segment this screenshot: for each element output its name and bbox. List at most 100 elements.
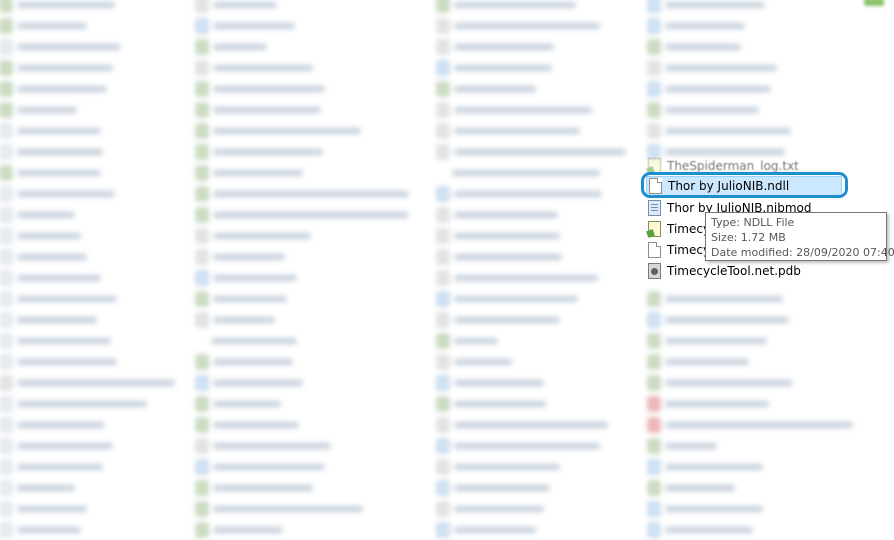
list-item[interactable] [0,456,175,477]
list-item[interactable] [0,99,175,120]
list-item[interactable] [0,120,175,141]
list-item[interactable] [437,57,626,78]
list-item[interactable] [0,498,175,519]
list-item[interactable] [0,0,175,15]
list-item[interactable] [0,309,175,330]
list-item[interactable] [0,477,175,498]
list-item-timecycle-2[interactable]: Timecy [648,240,710,260]
list-item[interactable] [0,435,175,456]
list-item[interactable] [437,435,626,456]
list-item[interactable] [437,36,626,57]
list-item[interactable] [0,36,175,57]
list-item[interactable] [648,309,853,330]
list-item[interactable] [0,162,175,183]
list-item[interactable] [0,78,175,99]
list-item[interactable] [437,519,626,540]
list-item[interactable] [196,78,409,99]
list-item[interactable] [437,351,626,372]
list-item[interactable] [0,393,175,414]
list-item[interactable] [196,351,409,372]
list-item[interactable] [196,309,409,330]
list-item[interactable] [437,372,626,393]
list-item[interactable] [196,330,409,351]
list-item[interactable] [648,435,853,456]
list-item[interactable] [648,120,853,141]
list-item[interactable] [437,456,626,477]
list-item[interactable] [437,393,626,414]
list-item[interactable] [437,309,626,330]
list-item[interactable] [196,57,409,78]
list-item[interactable] [196,15,409,36]
list-item[interactable] [196,99,409,120]
list-item[interactable] [648,78,853,99]
list-item[interactable] [0,267,175,288]
list-item[interactable] [648,393,853,414]
list-item[interactable] [437,498,626,519]
list-item[interactable] [0,351,175,372]
list-item[interactable] [437,246,626,267]
list-item[interactable] [0,57,175,78]
list-item[interactable] [648,15,853,36]
list-item[interactable] [437,183,626,204]
list-item[interactable] [196,456,409,477]
list-item[interactable] [437,330,626,351]
list-item[interactable] [648,36,853,57]
list-item[interactable] [196,519,409,540]
list-item[interactable] [648,519,853,540]
list-item[interactable] [437,414,626,435]
list-item[interactable] [196,36,409,57]
list-item[interactable] [648,0,853,15]
list-item[interactable] [196,498,409,519]
list-item[interactable] [437,225,626,246]
list-item[interactable] [196,477,409,498]
list-item[interactable] [196,204,409,225]
list-item[interactable] [0,183,175,204]
list-item[interactable] [437,162,626,183]
list-item[interactable] [196,162,409,183]
list-item[interactable] [196,267,409,288]
list-item[interactable] [437,0,626,15]
list-item[interactable] [0,15,175,36]
list-item[interactable] [196,435,409,456]
list-item[interactable] [648,99,853,120]
list-item[interactable] [196,0,409,15]
list-item-timecycle-1[interactable]: Timecy [648,219,710,239]
list-item[interactable] [648,288,853,309]
list-item[interactable] [437,141,626,162]
list-item[interactable] [196,288,409,309]
list-item[interactable] [0,225,175,246]
list-item[interactable] [437,267,626,288]
list-item[interactable] [0,288,175,309]
list-item[interactable] [196,393,409,414]
list-item[interactable] [648,456,853,477]
list-item[interactable] [648,414,853,435]
list-item[interactable] [0,246,175,267]
list-item[interactable] [648,351,853,372]
list-item[interactable] [196,120,409,141]
list-item[interactable] [0,330,175,351]
list-item[interactable] [437,120,626,141]
list-item[interactable] [196,183,409,204]
list-item[interactable] [437,288,626,309]
list-item[interactable] [648,57,853,78]
list-item[interactable] [648,477,853,498]
list-item-timecycletool-pdb[interactable]: TimecycleTool.net.pdb [648,261,801,281]
list-item[interactable] [196,225,409,246]
list-item[interactable] [196,372,409,393]
list-item[interactable] [648,498,853,519]
list-item[interactable] [0,519,175,540]
list-item[interactable] [0,204,175,225]
list-item[interactable] [0,414,175,435]
list-item[interactable] [196,141,409,162]
list-item[interactable] [437,15,626,36]
list-item[interactable] [648,372,853,393]
list-item[interactable] [196,246,409,267]
list-item[interactable] [0,372,175,393]
list-item[interactable] [437,204,626,225]
list-item[interactable] [648,330,853,351]
list-item[interactable] [0,141,175,162]
list-item[interactable] [437,99,626,120]
list-item[interactable] [437,78,626,99]
list-item[interactable] [437,477,626,498]
list-item[interactable] [196,414,409,435]
